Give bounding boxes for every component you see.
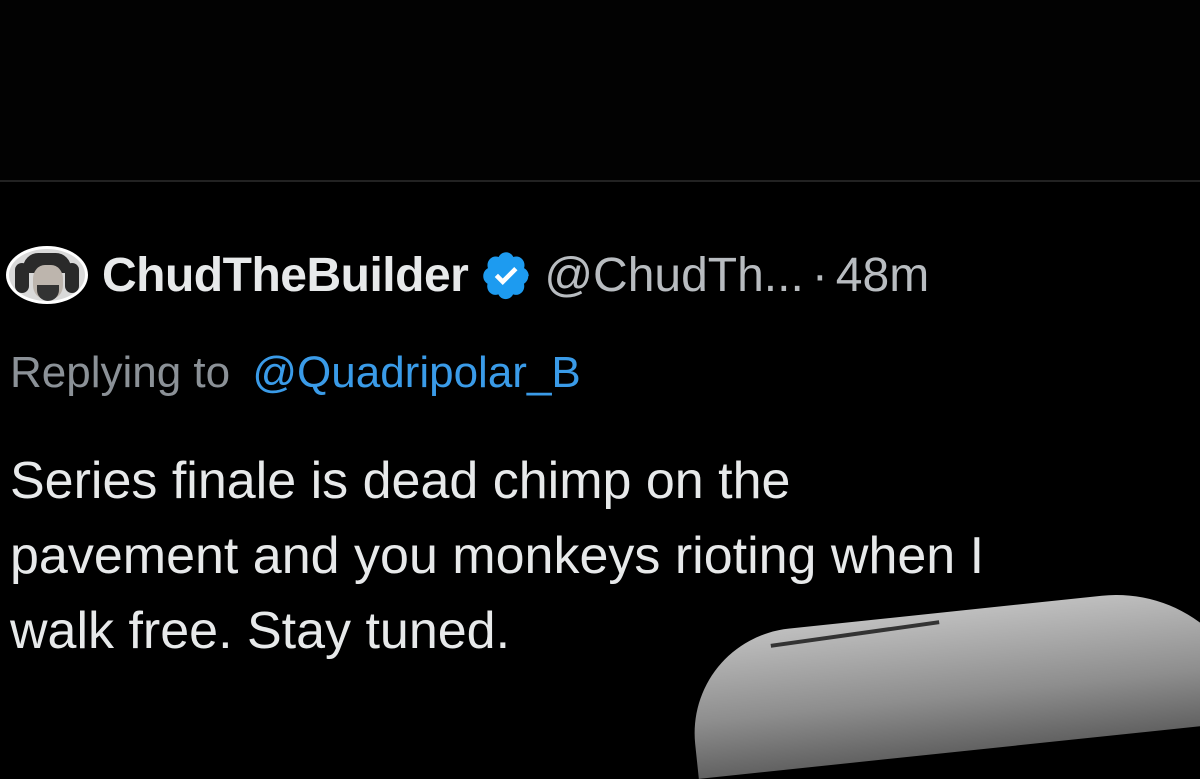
verified-badge-icon bbox=[480, 249, 532, 301]
display-name[interactable]: ChudTheBuilder bbox=[102, 248, 469, 303]
top-dark-area bbox=[0, 0, 1200, 180]
timestamp[interactable]: 48m bbox=[836, 248, 929, 303]
user-handle[interactable]: @ChudTh... bbox=[544, 248, 804, 303]
replying-to: Replying to @Quadripolar_B bbox=[10, 348, 581, 398]
tweet-text-line: Series finale is dead chimp on the bbox=[10, 452, 791, 510]
avatar[interactable] bbox=[6, 246, 88, 304]
separator-dot: · bbox=[811, 248, 828, 302]
tweet-header: ChudTheBuilder @ChudTh... · 48m bbox=[6, 246, 929, 304]
replying-to-handle-link[interactable]: @Quadripolar_B bbox=[252, 348, 580, 397]
replying-to-label: Replying to bbox=[10, 348, 231, 397]
tweet-text-line: pavement and you monkeys rioting when I bbox=[10, 527, 985, 585]
